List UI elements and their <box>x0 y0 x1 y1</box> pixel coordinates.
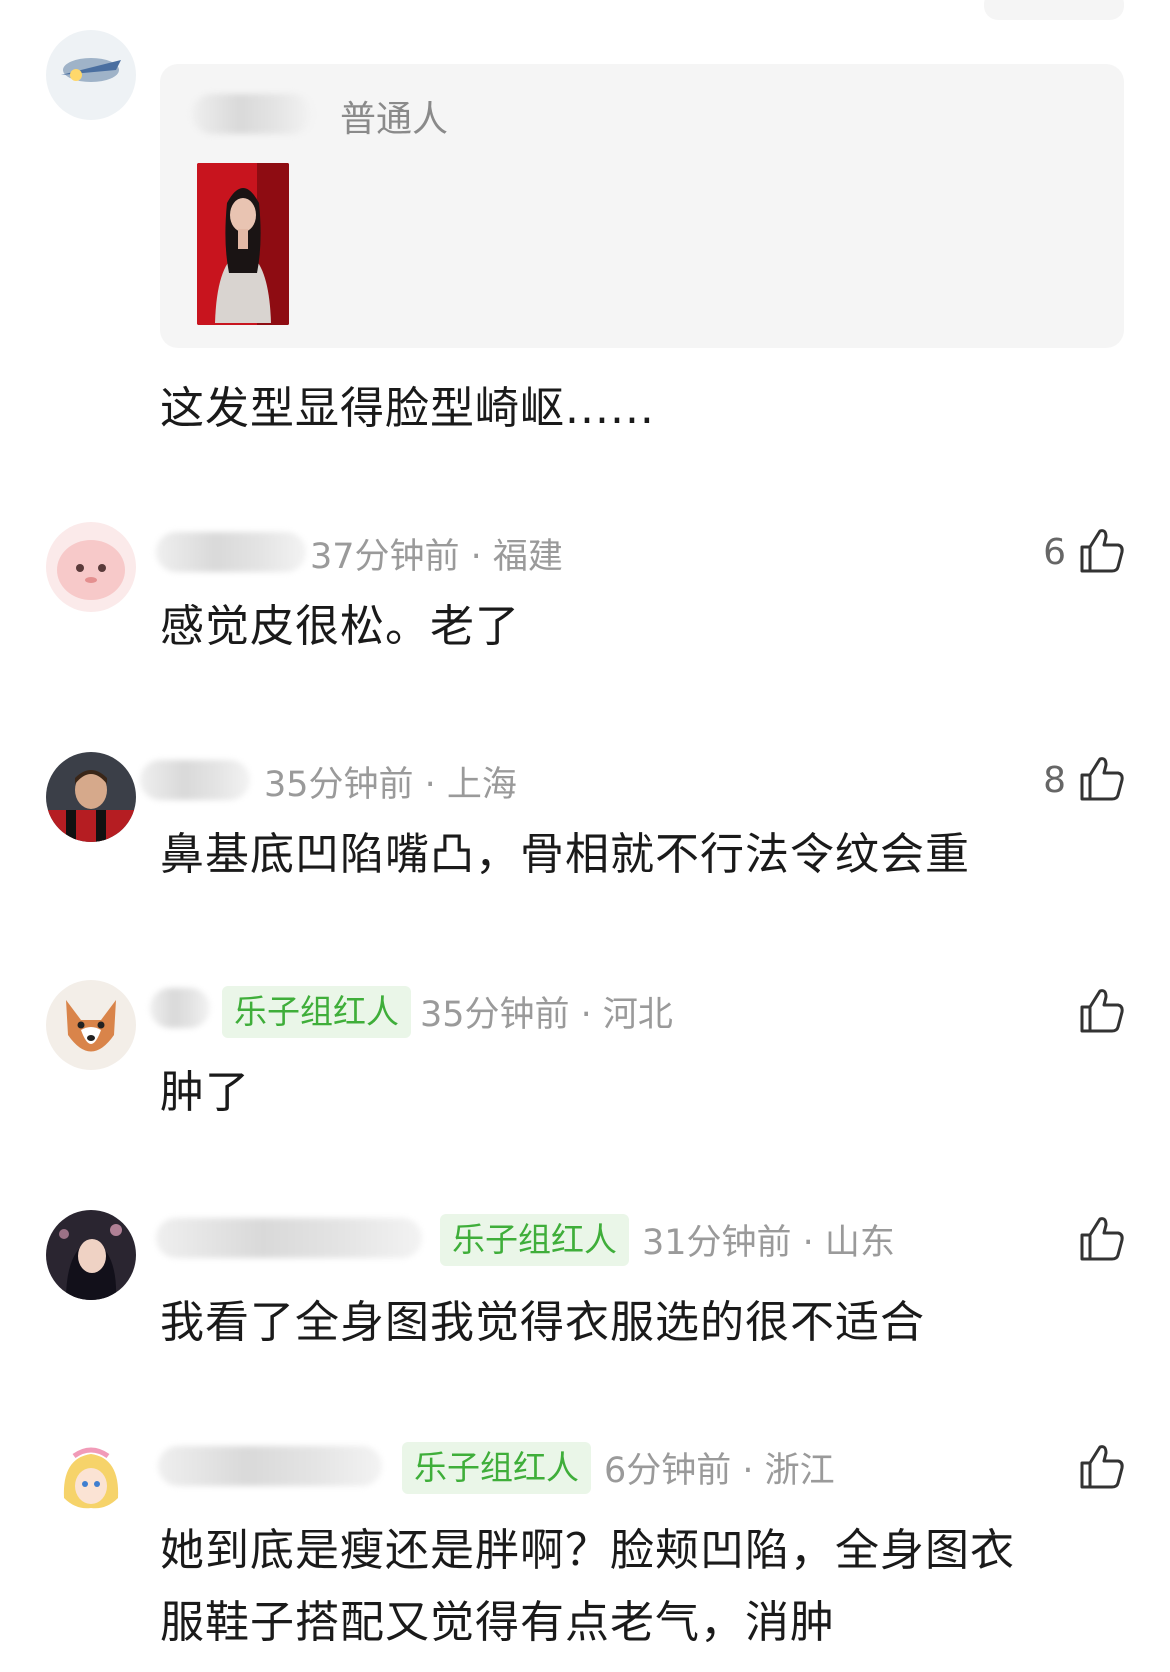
username-blurred <box>156 1218 422 1258</box>
like-count: 8 <box>1043 760 1066 801</box>
comment-meta: 35分钟前 · 河北 <box>420 995 673 1035</box>
thumbs-up-icon[interactable] <box>1076 985 1126 1035</box>
comment-text: 我看了全身图我觉得衣服选的很不适合 <box>160 1297 925 1348</box>
username-blurred <box>156 532 306 572</box>
avatar[interactable] <box>46 30 136 120</box>
user-badge: 乐子组红人 <box>222 986 411 1038</box>
thumbs-up-icon[interactable] <box>1076 1441 1126 1491</box>
username-blurred <box>158 1446 382 1486</box>
quoted-post-image[interactable] <box>197 163 289 325</box>
comment-text: 鼻基底凹陷嘴凸，骨相就不行法令纹会重 <box>160 829 970 880</box>
thumbs-up-icon[interactable] <box>1076 753 1126 803</box>
comment-meta: 35分钟前 · 上海 <box>264 765 517 805</box>
thumbs-up-icon[interactable] <box>1076 1213 1126 1263</box>
avatar[interactable] <box>46 752 136 842</box>
avatar[interactable] <box>46 1210 136 1300</box>
comment-text: 肿了 <box>160 1067 250 1118</box>
user-badge: 乐子组红人 <box>440 1214 629 1266</box>
quoted-username-blurred <box>192 94 312 134</box>
comment-text-line-1: 她到底是瘦还是胖啊？脸颊凹陷，全身图衣 <box>160 1525 1015 1576</box>
previous-item-fragment <box>984 0 1124 20</box>
username-blurred <box>150 988 210 1028</box>
like-count: 6 <box>1043 532 1066 573</box>
avatar[interactable] <box>46 1438 136 1528</box>
comment-meta: 37分钟前 · 福建 <box>310 537 563 577</box>
quoted-author-label: 普通人 <box>340 99 449 140</box>
comment-text-line-2: 服鞋子搭配又觉得有点老气，消肿 <box>160 1597 835 1648</box>
avatar[interactable] <box>46 522 136 612</box>
user-badge: 乐子组红人 <box>402 1442 591 1494</box>
comment-text: 感觉皮很松。老了 <box>160 601 520 652</box>
username-blurred <box>140 760 250 800</box>
avatar[interactable] <box>46 980 136 1070</box>
thumbs-up-icon[interactable] <box>1076 525 1126 575</box>
quoted-reply-text: 这发型显得脸型崎岖...... <box>160 383 655 434</box>
comment-meta: 31分钟前 · 山东 <box>642 1223 895 1263</box>
comment-meta: 6分钟前 · 浙江 <box>604 1451 835 1491</box>
